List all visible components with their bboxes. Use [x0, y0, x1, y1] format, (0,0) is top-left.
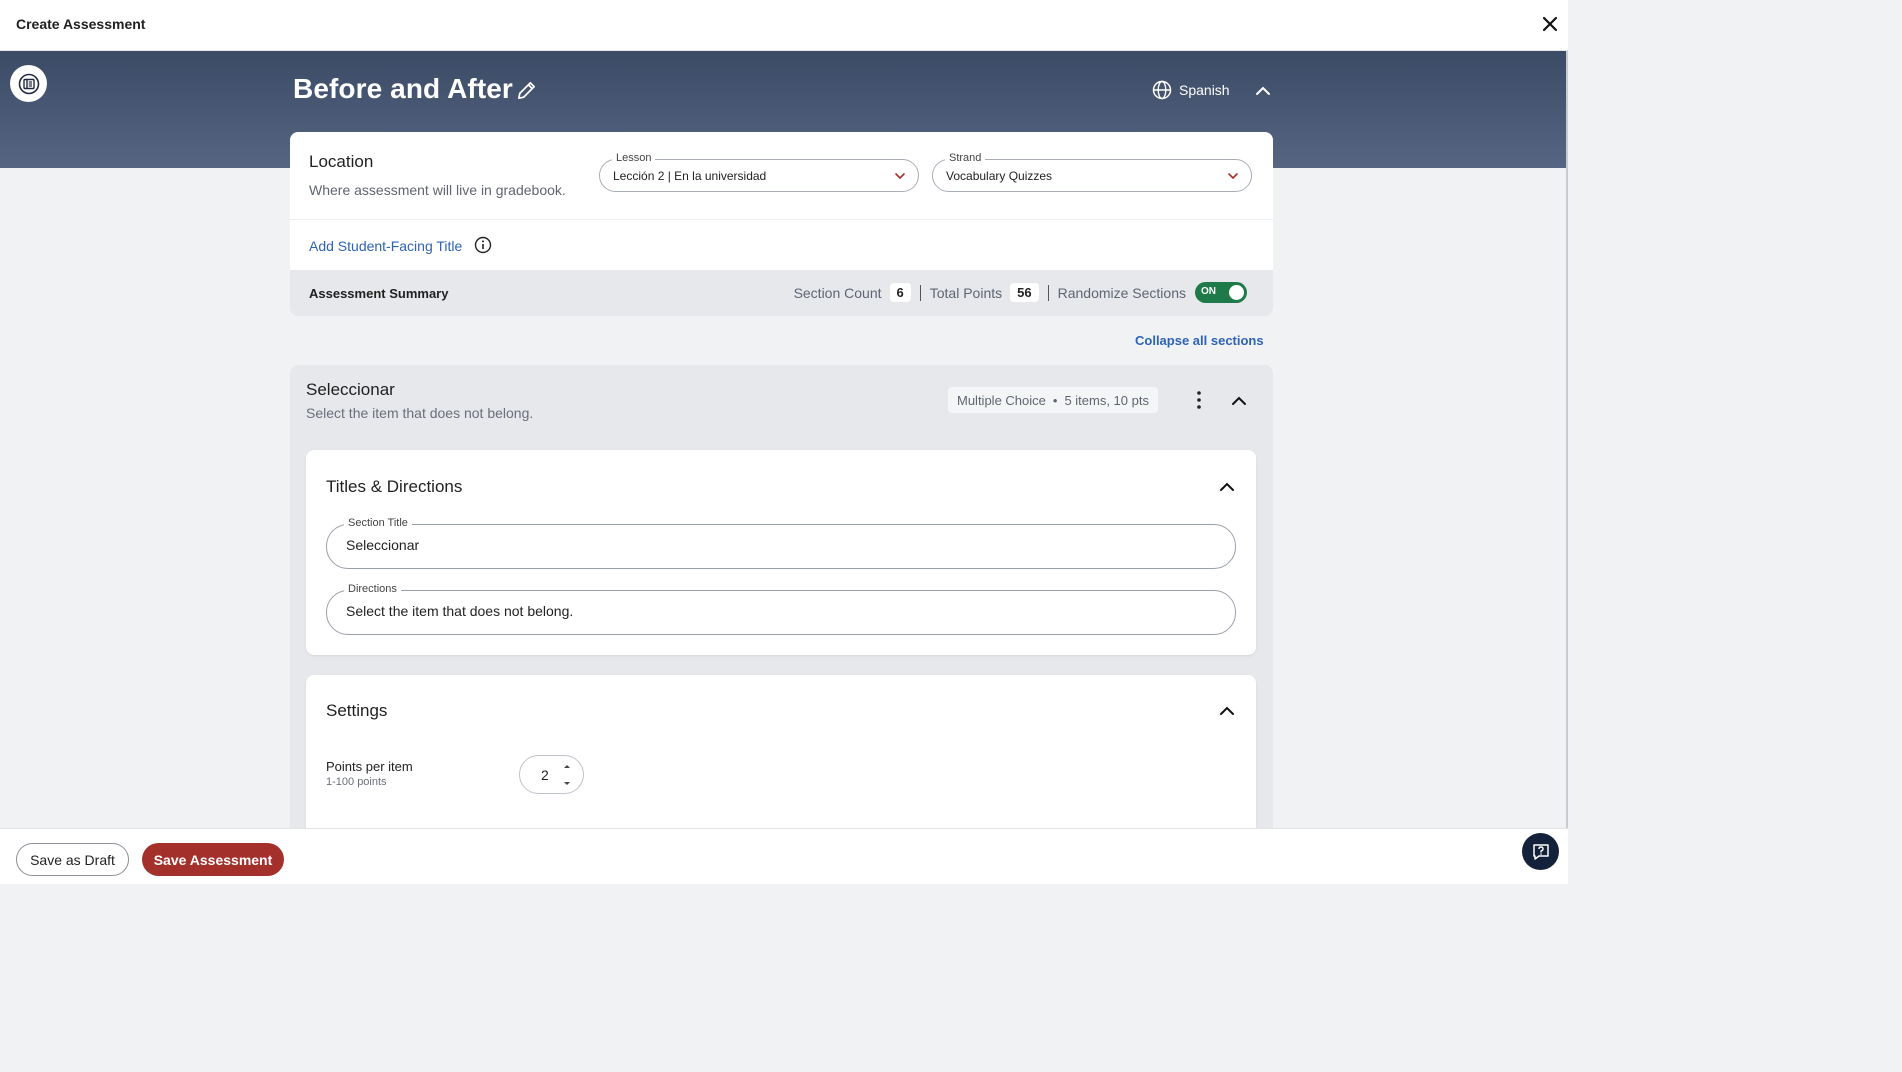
- collapse-all-sections-link[interactable]: Collapse all sections: [1135, 333, 1264, 348]
- strand-value: Vocabulary Quizzes: [946, 169, 1053, 183]
- location-card: Location Where assessment will live in g…: [290, 132, 1273, 316]
- sidebar-toggle-button[interactable]: [10, 65, 47, 102]
- summary-stats: Section Count 6 Total Points 56 Randomiz…: [794, 282, 1247, 303]
- randomize-sections-toggle[interactable]: ON: [1195, 282, 1247, 303]
- section-card: Seleccionar Select the item that does no…: [290, 365, 1273, 845]
- separator: [1047, 284, 1049, 301]
- toggle-state: ON: [1201, 286, 1216, 297]
- settings-panel: Settings Points per item 1-100 points 2: [306, 675, 1256, 845]
- directions-field[interactable]: Directions: [326, 583, 1236, 635]
- page-title: Before and After: [293, 73, 513, 104]
- stepper-down-icon[interactable]: [562, 780, 572, 788]
- section-count-value: 6: [889, 283, 911, 302]
- bullet-separator: •: [1052, 392, 1058, 408]
- top-bar: Create Assessment: [0, 0, 1568, 51]
- save-assessment-button[interactable]: Save Assessment: [142, 843, 284, 876]
- directions-label: Directions: [344, 583, 401, 595]
- assessment-summary-bar: Assessment Summary Section Count 6 Total…: [290, 270, 1273, 316]
- section-type: Multiple Choice: [957, 392, 1046, 408]
- location-subtitle: Where assessment will live in gradebook.: [309, 182, 566, 198]
- chevron-up-icon[interactable]: [1218, 478, 1236, 496]
- section-item-count: 5 items, 10 pts: [1064, 392, 1149, 408]
- separator: [919, 284, 921, 301]
- section-meta-badge: Multiple Choice • 5 items, 10 pts: [948, 387, 1158, 413]
- globe-icon: [1152, 80, 1172, 100]
- section-title: Seleccionar: [306, 380, 395, 399]
- chevron-up-icon[interactable]: [1230, 392, 1248, 410]
- lesson-value: Lección 2 | En la universidad: [613, 169, 767, 183]
- window-title: Create Assessment: [16, 16, 146, 32]
- footer-bar: Save as Draft Save Assessment: [0, 828, 1568, 884]
- strand-label: Strand: [945, 152, 986, 164]
- randomize-sections-label: Randomize Sections: [1057, 284, 1186, 301]
- scrollbar[interactable]: [1566, 51, 1568, 828]
- points-range-hint: 1-100 points: [326, 776, 387, 788]
- titles-directions-heading: Titles & Directions: [326, 477, 463, 496]
- kebab-menu-icon[interactable]: [1190, 389, 1208, 411]
- sidebar-toggle-icon: [18, 73, 39, 94]
- titles-directions-panel: Titles & Directions Section Title Direct…: [306, 450, 1256, 655]
- info-icon[interactable]: [474, 236, 492, 254]
- points-per-item-stepper[interactable]: 2: [519, 755, 584, 794]
- stepper-up-icon[interactable]: [562, 762, 572, 770]
- total-points-value: 56: [1010, 283, 1039, 302]
- chevron-down-icon: [1228, 173, 1238, 180]
- save-as-draft-button[interactable]: Save as Draft: [16, 843, 129, 876]
- section-count-label: Section Count: [793, 284, 882, 301]
- strand-select[interactable]: Strand Vocabulary Quizzes: [932, 152, 1252, 192]
- section-subtitle: Select the item that does not belong.: [306, 405, 534, 421]
- help-button[interactable]: [1522, 833, 1559, 870]
- help-icon: [1532, 843, 1549, 860]
- language-label: Spanish: [1179, 82, 1230, 98]
- summary-title: Assessment Summary: [309, 286, 449, 301]
- section-title-label: Section Title: [344, 517, 412, 529]
- language-selector[interactable]: Spanish: [1152, 80, 1230, 100]
- points-per-item-value[interactable]: 2: [541, 767, 549, 783]
- chevron-up-icon[interactable]: [1218, 702, 1236, 720]
- add-student-facing-title-link[interactable]: Add Student-Facing Title: [309, 238, 462, 254]
- toggle-knob: [1229, 285, 1244, 300]
- total-points-label: Total Points: [929, 284, 1003, 301]
- divider: [290, 219, 1273, 220]
- section-title-field[interactable]: Section Title: [326, 517, 1236, 569]
- points-per-item-label: Points per item: [326, 759, 413, 774]
- close-icon[interactable]: [1540, 14, 1560, 34]
- settings-heading: Settings: [326, 701, 388, 720]
- chevron-down-icon: [895, 173, 905, 180]
- lesson-label: Lesson: [612, 152, 656, 164]
- directions-input[interactable]: [346, 603, 1206, 619]
- location-title: Location: [309, 152, 374, 171]
- chevron-up-icon[interactable]: [1254, 82, 1272, 100]
- lesson-select[interactable]: Lesson Lección 2 | En la universidad: [599, 152, 919, 192]
- section-title-input[interactable]: [346, 537, 1206, 553]
- pencil-icon[interactable]: [515, 79, 538, 102]
